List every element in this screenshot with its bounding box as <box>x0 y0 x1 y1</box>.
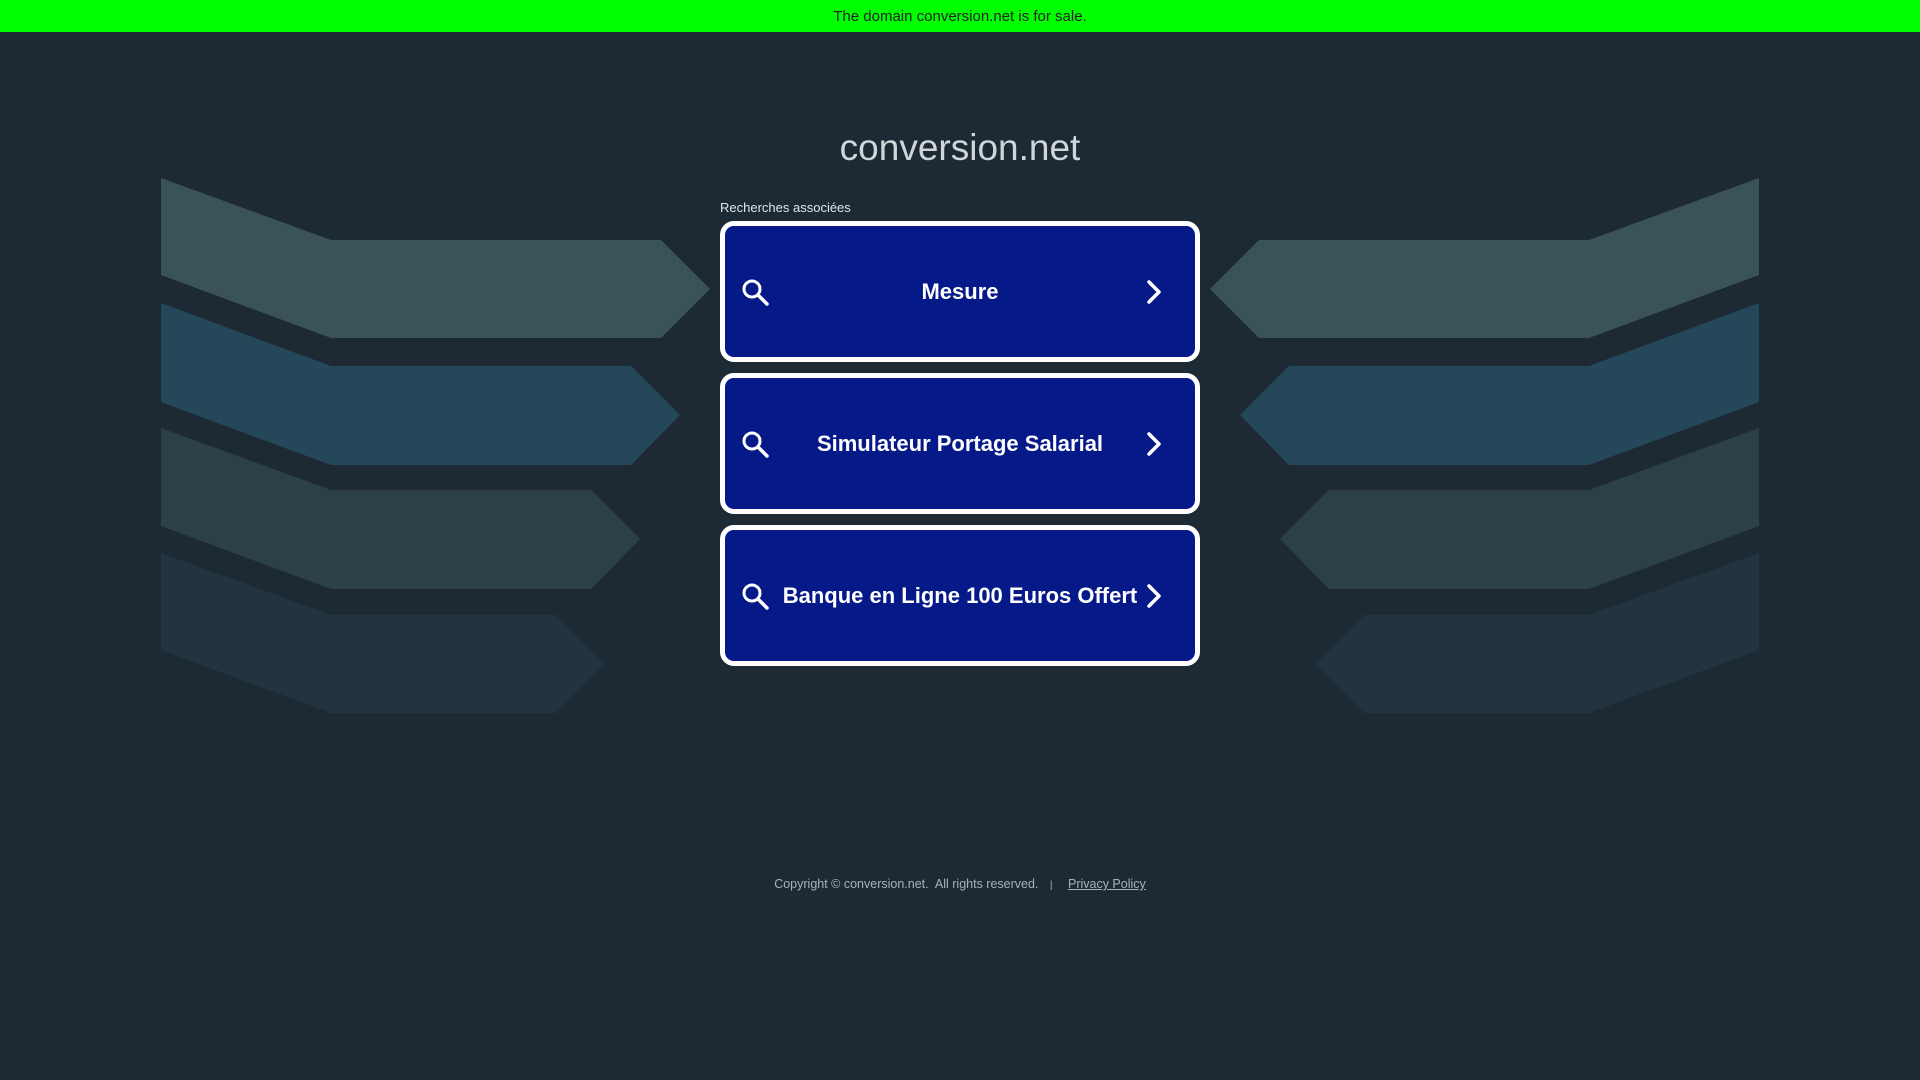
search-icon <box>742 431 769 458</box>
chevron-right-icon <box>1147 431 1161 456</box>
related-searches-label: Recherches associées <box>720 200 851 215</box>
site-title: conversion.net <box>839 127 1081 168</box>
page: The domain conversion.net is for sale. c… <box>0 0 1920 1080</box>
copyright-text: Copyright © conversion.net. All rights r… <box>774 877 1039 891</box>
related-search-link-mesure[interactable]: Mesure <box>720 221 1200 362</box>
search-icon <box>742 279 769 306</box>
footer: Copyright © conversion.net. All rights r… <box>0 876 1920 894</box>
related-search-link-banque-en-ligne[interactable]: Banque en Ligne 100 Euros Offert <box>720 525 1200 666</box>
privacy-policy-link[interactable]: Privacy Policy <box>1068 877 1146 891</box>
related-search-label: Banque en Ligne 100 Euros Offert <box>782 582 1138 608</box>
chevron-right-icon <box>1147 583 1161 608</box>
related-search-label: Simulateur Portage Salarial <box>816 430 1104 456</box>
chevron-right-icon <box>1147 279 1161 304</box>
related-search-label: Mesure <box>921 278 999 304</box>
search-icon <box>742 583 769 610</box>
related-search-link-simulateur-portage-salarial[interactable]: Simulateur Portage Salarial <box>720 373 1200 514</box>
footer-separator: | <box>1049 880 1053 891</box>
